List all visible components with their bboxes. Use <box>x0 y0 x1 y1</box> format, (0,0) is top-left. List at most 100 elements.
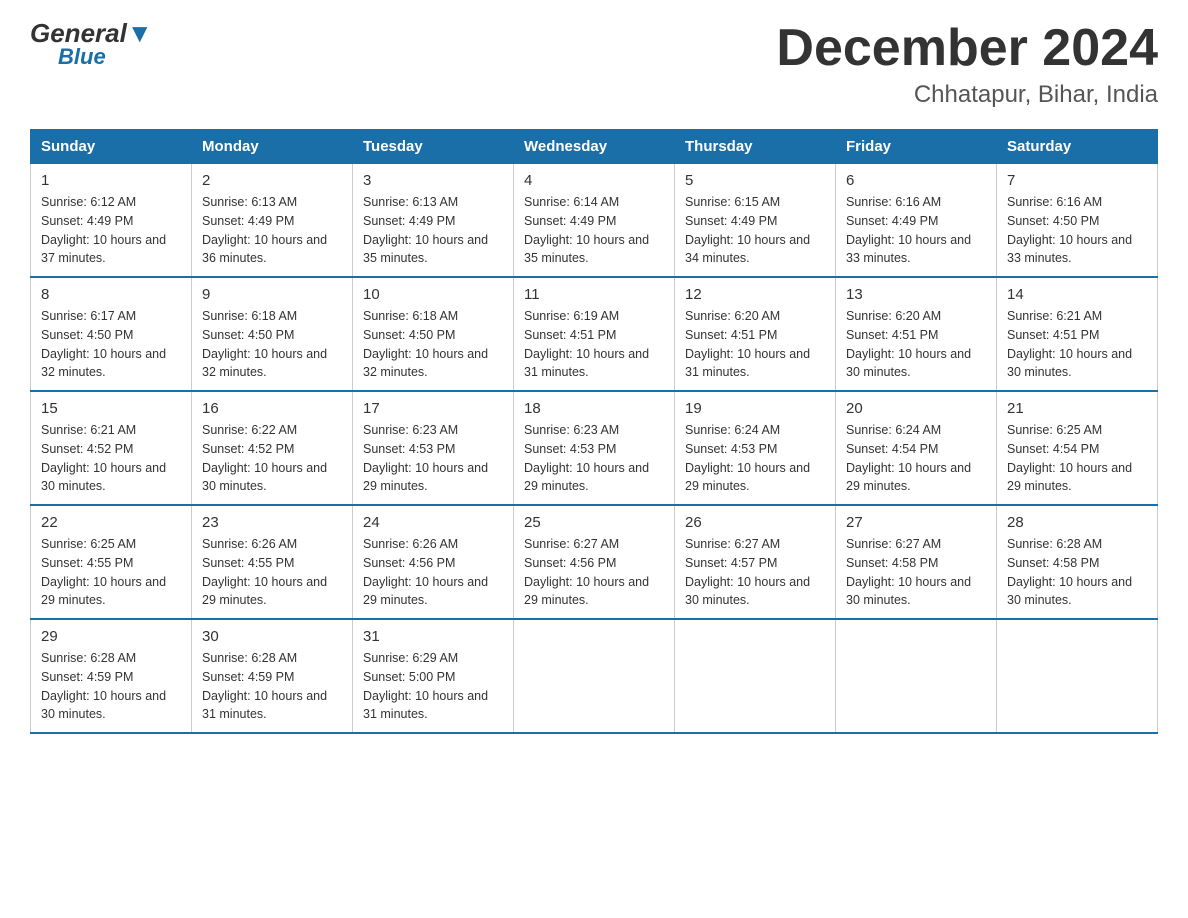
day-number: 14 <box>1007 286 1147 303</box>
calendar-cell: 16 Sunrise: 6:22 AM Sunset: 4:52 PM Dayl… <box>192 391 353 505</box>
day-info: Sunrise: 6:18 AM Sunset: 4:50 PM Dayligh… <box>202 307 342 382</box>
day-number: 15 <box>41 400 181 417</box>
header-monday: Monday <box>192 130 353 164</box>
day-info: Sunrise: 6:16 AM Sunset: 4:49 PM Dayligh… <box>846 193 986 268</box>
day-number: 16 <box>202 400 342 417</box>
calendar-header-row: Sunday Monday Tuesday Wednesday Thursday… <box>31 130 1158 164</box>
logo-bottom: Blue <box>58 46 153 68</box>
calendar-cell: 13 Sunrise: 6:20 AM Sunset: 4:51 PM Dayl… <box>836 277 997 391</box>
day-info: Sunrise: 6:25 AM Sunset: 4:55 PM Dayligh… <box>41 535 181 610</box>
calendar-cell: 8 Sunrise: 6:17 AM Sunset: 4:50 PM Dayli… <box>31 277 192 391</box>
day-info: Sunrise: 6:15 AM Sunset: 4:49 PM Dayligh… <box>685 193 825 268</box>
calendar-cell: 23 Sunrise: 6:26 AM Sunset: 4:55 PM Dayl… <box>192 505 353 619</box>
day-info: Sunrise: 6:21 AM Sunset: 4:52 PM Dayligh… <box>41 421 181 496</box>
day-info: Sunrise: 6:14 AM Sunset: 4:49 PM Dayligh… <box>524 193 664 268</box>
day-info: Sunrise: 6:23 AM Sunset: 4:53 PM Dayligh… <box>524 421 664 496</box>
day-number: 4 <box>524 172 664 189</box>
day-info: Sunrise: 6:22 AM Sunset: 4:52 PM Dayligh… <box>202 421 342 496</box>
header-thursday: Thursday <box>675 130 836 164</box>
day-number: 10 <box>363 286 503 303</box>
calendar-cell: 11 Sunrise: 6:19 AM Sunset: 4:51 PM Dayl… <box>514 277 675 391</box>
header-right: December 2024 Chhatapur, Bihar, India <box>776 20 1158 109</box>
day-number: 22 <box>41 514 181 531</box>
day-number: 1 <box>41 172 181 189</box>
day-info: Sunrise: 6:24 AM Sunset: 4:53 PM Dayligh… <box>685 421 825 496</box>
calendar-cell: 21 Sunrise: 6:25 AM Sunset: 4:54 PM Dayl… <box>997 391 1158 505</box>
calendar-cell: 3 Sunrise: 6:13 AM Sunset: 4:49 PM Dayli… <box>353 164 514 278</box>
calendar-cell: 28 Sunrise: 6:28 AM Sunset: 4:58 PM Dayl… <box>997 505 1158 619</box>
month-year-title: December 2024 <box>776 20 1158 77</box>
day-number: 21 <box>1007 400 1147 417</box>
day-info: Sunrise: 6:20 AM Sunset: 4:51 PM Dayligh… <box>846 307 986 382</box>
calendar-cell: 22 Sunrise: 6:25 AM Sunset: 4:55 PM Dayl… <box>31 505 192 619</box>
calendar-cell: 30 Sunrise: 6:28 AM Sunset: 4:59 PM Dayl… <box>192 619 353 733</box>
day-info: Sunrise: 6:28 AM Sunset: 4:59 PM Dayligh… <box>202 649 342 724</box>
day-info: Sunrise: 6:27 AM Sunset: 4:57 PM Dayligh… <box>685 535 825 610</box>
day-number: 23 <box>202 514 342 531</box>
calendar-cell: 14 Sunrise: 6:21 AM Sunset: 4:51 PM Dayl… <box>997 277 1158 391</box>
calendar-cell: 5 Sunrise: 6:15 AM Sunset: 4:49 PM Dayli… <box>675 164 836 278</box>
header-saturday: Saturday <box>997 130 1158 164</box>
day-info: Sunrise: 6:21 AM Sunset: 4:51 PM Dayligh… <box>1007 307 1147 382</box>
day-number: 3 <box>363 172 503 189</box>
calendar-cell: 12 Sunrise: 6:20 AM Sunset: 4:51 PM Dayl… <box>675 277 836 391</box>
calendar-week-row: 1 Sunrise: 6:12 AM Sunset: 4:49 PM Dayli… <box>31 164 1158 278</box>
day-number: 6 <box>846 172 986 189</box>
location-subtitle: Chhatapur, Bihar, India <box>776 81 1158 109</box>
calendar-week-row: 8 Sunrise: 6:17 AM Sunset: 4:50 PM Dayli… <box>31 277 1158 391</box>
day-number: 30 <box>202 628 342 645</box>
day-info: Sunrise: 6:28 AM Sunset: 4:59 PM Dayligh… <box>41 649 181 724</box>
day-info: Sunrise: 6:13 AM Sunset: 4:49 PM Dayligh… <box>202 193 342 268</box>
day-number: 28 <box>1007 514 1147 531</box>
calendar-cell <box>514 619 675 733</box>
calendar-cell: 24 Sunrise: 6:26 AM Sunset: 4:56 PM Dayl… <box>353 505 514 619</box>
calendar-week-row: 29 Sunrise: 6:28 AM Sunset: 4:59 PM Dayl… <box>31 619 1158 733</box>
day-number: 9 <box>202 286 342 303</box>
header-tuesday: Tuesday <box>353 130 514 164</box>
day-number: 20 <box>846 400 986 417</box>
day-info: Sunrise: 6:26 AM Sunset: 4:56 PM Dayligh… <box>363 535 503 610</box>
logo-top: General▼ <box>30 20 153 46</box>
day-number: 26 <box>685 514 825 531</box>
calendar-cell <box>997 619 1158 733</box>
day-info: Sunrise: 6:13 AM Sunset: 4:49 PM Dayligh… <box>363 193 503 268</box>
calendar-cell: 26 Sunrise: 6:27 AM Sunset: 4:57 PM Dayl… <box>675 505 836 619</box>
calendar-cell: 10 Sunrise: 6:18 AM Sunset: 4:50 PM Dayl… <box>353 277 514 391</box>
day-info: Sunrise: 6:29 AM Sunset: 5:00 PM Dayligh… <box>363 649 503 724</box>
calendar-week-row: 15 Sunrise: 6:21 AM Sunset: 4:52 PM Dayl… <box>31 391 1158 505</box>
calendar-cell: 2 Sunrise: 6:13 AM Sunset: 4:49 PM Dayli… <box>192 164 353 278</box>
day-info: Sunrise: 6:26 AM Sunset: 4:55 PM Dayligh… <box>202 535 342 610</box>
day-number: 25 <box>524 514 664 531</box>
calendar-cell: 4 Sunrise: 6:14 AM Sunset: 4:49 PM Dayli… <box>514 164 675 278</box>
day-number: 12 <box>685 286 825 303</box>
day-number: 8 <box>41 286 181 303</box>
calendar-cell: 18 Sunrise: 6:23 AM Sunset: 4:53 PM Dayl… <box>514 391 675 505</box>
day-info: Sunrise: 6:27 AM Sunset: 4:58 PM Dayligh… <box>846 535 986 610</box>
day-info: Sunrise: 6:19 AM Sunset: 4:51 PM Dayligh… <box>524 307 664 382</box>
day-info: Sunrise: 6:20 AM Sunset: 4:51 PM Dayligh… <box>685 307 825 382</box>
calendar-cell: 29 Sunrise: 6:28 AM Sunset: 4:59 PM Dayl… <box>31 619 192 733</box>
calendar-cell: 7 Sunrise: 6:16 AM Sunset: 4:50 PM Dayli… <box>997 164 1158 278</box>
calendar-cell: 15 Sunrise: 6:21 AM Sunset: 4:52 PM Dayl… <box>31 391 192 505</box>
calendar-cell <box>675 619 836 733</box>
logo: General▼ Blue <box>30 20 153 68</box>
day-info: Sunrise: 6:24 AM Sunset: 4:54 PM Dayligh… <box>846 421 986 496</box>
day-info: Sunrise: 6:23 AM Sunset: 4:53 PM Dayligh… <box>363 421 503 496</box>
day-number: 31 <box>363 628 503 645</box>
day-number: 17 <box>363 400 503 417</box>
day-info: Sunrise: 6:28 AM Sunset: 4:58 PM Dayligh… <box>1007 535 1147 610</box>
day-number: 2 <box>202 172 342 189</box>
calendar-cell <box>836 619 997 733</box>
calendar-cell: 17 Sunrise: 6:23 AM Sunset: 4:53 PM Dayl… <box>353 391 514 505</box>
day-number: 27 <box>846 514 986 531</box>
day-info: Sunrise: 6:16 AM Sunset: 4:50 PM Dayligh… <box>1007 193 1147 268</box>
day-number: 13 <box>846 286 986 303</box>
header-friday: Friday <box>836 130 997 164</box>
calendar-cell: 31 Sunrise: 6:29 AM Sunset: 5:00 PM Dayl… <box>353 619 514 733</box>
day-number: 5 <box>685 172 825 189</box>
day-number: 24 <box>363 514 503 531</box>
day-info: Sunrise: 6:12 AM Sunset: 4:49 PM Dayligh… <box>41 193 181 268</box>
day-number: 7 <box>1007 172 1147 189</box>
day-number: 19 <box>685 400 825 417</box>
day-number: 29 <box>41 628 181 645</box>
